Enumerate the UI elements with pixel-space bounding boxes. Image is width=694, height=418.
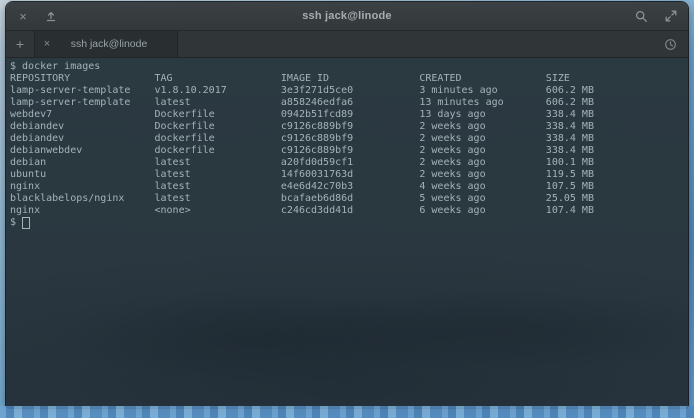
table-cell: latest: [154, 181, 280, 193]
table-cell: bcafaeb6d86d: [281, 193, 419, 205]
table-cell: 338.4 MB: [546, 145, 594, 157]
table-row: ubuntulatest14f60031763d2 weeks ago119.5…: [10, 169, 684, 181]
titlebar-left-buttons: ×: [14, 7, 60, 25]
terminal-window: × ssh jack@linode: [6, 2, 688, 408]
history-button[interactable]: [658, 31, 682, 57]
close-window-button[interactable]: ×: [14, 7, 32, 25]
table-cell: 100.1 MB: [546, 157, 594, 169]
table-cell: 14f60031763d: [281, 169, 419, 181]
maximize-icon: [45, 10, 57, 22]
table-cell: 606.2 MB: [546, 85, 594, 97]
table-cell: debiandev: [10, 121, 154, 133]
prompt: $: [10, 217, 16, 229]
table-cell: dockerfile: [154, 145, 280, 157]
new-tab-button[interactable]: +: [6, 31, 34, 57]
search-button[interactable]: [632, 7, 650, 25]
search-icon: [635, 10, 648, 23]
tab-close-button[interactable]: ×: [35, 38, 59, 50]
table-header-cell: CREATED: [419, 73, 545, 85]
table-cell: e4e6d42c70b3: [281, 181, 419, 193]
table-row: blacklabelops/nginxlatestbcafaeb6d86d5 w…: [10, 193, 684, 205]
maximize-window-button[interactable]: [42, 7, 60, 25]
table-cell: a20fd0d59cf1: [281, 157, 419, 169]
table-cell: 4 weeks ago: [419, 181, 545, 193]
table-cell: Dockerfile: [154, 109, 280, 121]
table-cell: latest: [154, 169, 280, 181]
table-cell: 0942b51fcd89: [281, 109, 419, 121]
fullscreen-icon: [665, 10, 677, 22]
table-row: debianlatesta20fd0d59cf12 weeks ago100.1…: [10, 157, 684, 169]
table-cell: nginx: [10, 205, 154, 217]
terminal-table: REPOSITORYTAGIMAGE IDCREATEDSIZElamp-ser…: [10, 73, 684, 217]
table-cell: v1.8.10.2017: [154, 85, 280, 97]
table-cell: c246cd3dd41d: [281, 205, 419, 217]
terminal-screen[interactable]: $ docker images REPOSITORYTAGIMAGE IDCRE…: [6, 58, 688, 408]
table-cell: 107.4 MB: [546, 205, 594, 217]
table-header-cell: SIZE: [546, 73, 570, 85]
table-cell: 107.5 MB: [546, 181, 594, 193]
desktop-wallpaper: × ssh jack@linode: [0, 0, 694, 418]
command-line: $ docker images: [10, 61, 684, 73]
table-cell: latest: [154, 157, 280, 169]
table-cell: lamp-server-template: [10, 97, 154, 109]
table-cell: debian: [10, 157, 154, 169]
table-header-row: REPOSITORYTAGIMAGE IDCREATEDSIZE: [10, 73, 684, 85]
fullscreen-button[interactable]: [662, 7, 680, 25]
tab-bar: + × ssh jack@linode: [6, 31, 688, 58]
table-cell: latest: [154, 97, 280, 109]
table-cell: dockerfile: [154, 133, 280, 145]
table-header-cell: IMAGE ID: [281, 73, 419, 85]
table-row: lamp-server-templatev1.8.10.20173e3f271d…: [10, 85, 684, 97]
table-cell: 2 weeks ago: [419, 133, 545, 145]
table-cell: <none>: [154, 205, 280, 217]
table-cell: debianwebdev: [10, 145, 154, 157]
table-cell: 338.4 MB: [546, 121, 594, 133]
table-cell: debiandev: [10, 133, 154, 145]
table-cell: 338.4 MB: [546, 109, 594, 121]
tab-ssh-session[interactable]: × ssh jack@linode: [34, 31, 178, 57]
table-cell: lamp-server-template: [10, 85, 154, 97]
table-row: lamp-server-templatelatesta858246edfa613…: [10, 97, 684, 109]
table-cell: 13 minutes ago: [419, 97, 545, 109]
table-header-cell: TAG: [154, 73, 280, 85]
table-cell: c9126c889bf9: [281, 121, 419, 133]
table-cell: 338.4 MB: [546, 133, 594, 145]
table-cell: c9126c889bf9: [281, 145, 419, 157]
table-row: webdev7Dockerfile0942b51fcd8913 days ago…: [10, 109, 684, 121]
table-cell: 6 weeks ago: [419, 205, 545, 217]
table-cell: 2 weeks ago: [419, 121, 545, 133]
terminal-cursor: [22, 217, 30, 229]
table-cell: a858246edfa6: [281, 97, 419, 109]
table-cell: latest: [154, 193, 280, 205]
table-row: nginxlateste4e6d42c70b34 weeks ago107.5 …: [10, 181, 684, 193]
table-row: debiandevDockerfilec9126c889bf92 weeks a…: [10, 121, 684, 133]
table-cell: blacklabelops/nginx: [10, 193, 154, 205]
tab-label: ssh jack@linode: [59, 38, 177, 50]
table-cell: 119.5 MB: [546, 169, 594, 181]
titlebar-right-buttons: [632, 7, 680, 25]
table-cell: 2 weeks ago: [419, 157, 545, 169]
table-row: debiandevdockerfilec9126c889bf92 weeks a…: [10, 133, 684, 145]
table-cell: 3 minutes ago: [419, 85, 545, 97]
prompt-line: $: [10, 217, 684, 229]
table-cell: 2 weeks ago: [419, 145, 545, 157]
table-header-cell: REPOSITORY: [10, 73, 154, 85]
table-cell: 13 days ago: [419, 109, 545, 121]
window-title: ssh jack@linode: [6, 10, 688, 22]
table-cell: nginx: [10, 181, 154, 193]
table-cell: 25.05 MB: [546, 193, 594, 205]
history-icon: [664, 38, 677, 51]
table-cell: c9126c889bf9: [281, 133, 419, 145]
table-cell: Dockerfile: [154, 121, 280, 133]
table-cell: 606.2 MB: [546, 97, 594, 109]
table-cell: 3e3f271d5ce0: [281, 85, 419, 97]
titlebar[interactable]: × ssh jack@linode: [6, 2, 688, 31]
table-cell: 2 weeks ago: [419, 169, 545, 181]
table-cell: webdev7: [10, 109, 154, 121]
table-row: debianwebdevdockerfilec9126c889bf92 week…: [10, 145, 684, 157]
table-row: nginx<none>c246cd3dd41d6 weeks ago107.4 …: [10, 205, 684, 217]
table-cell: 5 weeks ago: [419, 193, 545, 205]
close-icon: ×: [19, 10, 27, 23]
table-cell: ubuntu: [10, 169, 154, 181]
